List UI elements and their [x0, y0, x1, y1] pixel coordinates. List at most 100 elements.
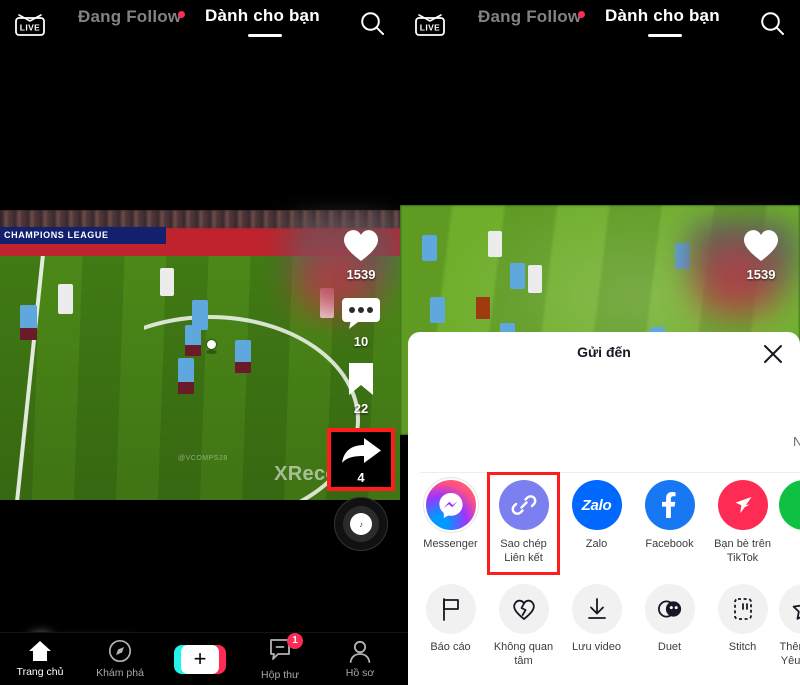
- player-figure: [422, 235, 437, 261]
- nav-label: Hồ sơ: [345, 666, 375, 679]
- player-figure: [430, 297, 445, 323]
- tab-dang-follow[interactable]: Đang Follow: [78, 7, 186, 27]
- nav-label: Trang chủ: [16, 666, 64, 678]
- referee-figure: [476, 297, 490, 319]
- download-icon: [571, 584, 622, 634]
- option-label: Stitch: [728, 641, 757, 653]
- video-mid-watermark: @VCOMPS28: [178, 455, 228, 462]
- share-sheet-header: Gửi đến: [408, 332, 800, 376]
- messenger-ring: [422, 477, 479, 533]
- duet-icon: [644, 584, 695, 634]
- tab-danh-cho-ban[interactable]: Dành cho bạn: [205, 6, 320, 26]
- link-icon: [498, 480, 549, 530]
- tab-active-underline: [648, 34, 682, 37]
- option-luu-video[interactable]: Lưu video: [560, 584, 633, 655]
- share-app-facebook[interactable]: Facebook: [633, 480, 706, 552]
- plus-icon[interactable]: +: [174, 644, 226, 674]
- share-app-label: Bạn bè trên TikTok: [714, 538, 771, 564]
- player-figure: [185, 345, 201, 356]
- whatsapp-icon: [779, 480, 800, 530]
- live-icon[interactable]: LIVE: [410, 6, 450, 40]
- share-app-tiktok-friends[interactable]: Bạn bè trên TikTok: [706, 480, 779, 566]
- player-figure: [510, 263, 525, 289]
- option-label: Báo cáo: [430, 641, 471, 653]
- player-figure: [58, 284, 73, 314]
- live-icon[interactable]: LIVE: [10, 6, 50, 40]
- messenger-icon: [422, 477, 479, 533]
- player-figure: [20, 328, 37, 340]
- nav-label: Hộp thư: [261, 668, 299, 681]
- share-app-messenger[interactable]: Messenger: [414, 477, 487, 552]
- option-stitch[interactable]: Stitch: [706, 584, 779, 655]
- option-duet[interactable]: Duet: [633, 584, 706, 655]
- nav-item-hop-thu[interactable]: 1 Hộp thư: [240, 632, 320, 681]
- nav-item-create[interactable]: +: [160, 644, 240, 674]
- share-app-label: Facebook: [645, 538, 694, 550]
- search-icon[interactable]: [358, 9, 386, 42]
- like-count: 1539: [746, 267, 776, 282]
- share-app-zalo[interactable]: Zalo Zalo: [560, 480, 633, 552]
- like-button[interactable]: 1539: [339, 225, 383, 282]
- tab-danh-cho-ban[interactable]: Dành cho bạn: [605, 6, 720, 26]
- nav-label: Khám phá: [96, 667, 144, 679]
- tab-dang-follow-label: Đang Follow: [78, 7, 182, 26]
- screenshot-root: LIVE Đang Follow Dành cho bạn CHAMPIONS …: [0, 0, 800, 685]
- heart-icon: [743, 230, 779, 261]
- zalo-icon: Zalo: [571, 480, 622, 530]
- share-app-row: Messenger Sao chép Liên kết Zalo Zalo Fa…: [408, 472, 800, 575]
- like-button[interactable]: 1539: [739, 225, 783, 282]
- tab-dang-follow[interactable]: Đang Follow: [478, 7, 586, 27]
- stitch-icon: [717, 584, 768, 634]
- ball-shadow: [206, 350, 217, 354]
- offscreen-contact-hint: N: [793, 434, 800, 449]
- flag-icon: [425, 584, 476, 634]
- nav-item-ho-so[interactable]: Hồ sơ: [320, 640, 400, 679]
- phone-panel-left: LIVE Đang Follow Dành cho bạn CHAMPIONS …: [0, 0, 400, 685]
- option-khong-quan-tam[interactable]: Không quan tâm: [487, 584, 560, 669]
- search-icon[interactable]: [758, 9, 786, 42]
- comment-button[interactable]: 10: [340, 294, 382, 349]
- send-plane-icon: [717, 480, 768, 530]
- facebook-icon: [644, 480, 695, 530]
- svg-text:LIVE: LIVE: [420, 23, 441, 33]
- share-app-next-partial[interactable]: [779, 480, 800, 538]
- share-app-label: Zalo: [585, 538, 608, 550]
- player-figure: [528, 265, 542, 293]
- champions-league-banner: CHAMPIONS LEAGUE: [0, 227, 166, 244]
- option-them-vao-yeu-thich[interactable]: Thêm vào Yêu thích: [779, 584, 800, 669]
- broken-heart-icon: [498, 584, 549, 634]
- nav-item-kham-pha[interactable]: Khám phá: [80, 639, 160, 679]
- share-app-label: Messenger: [423, 538, 478, 550]
- close-icon[interactable]: [762, 343, 784, 370]
- heart-icon: [343, 230, 379, 261]
- share-sheet: Gửi đến N Messenger Sao chép Liên kết Za…: [408, 332, 800, 685]
- player-figure: [160, 268, 174, 296]
- plus-glyph: +: [181, 644, 219, 674]
- share-button-highlight: 4: [327, 428, 395, 491]
- share-button[interactable]: 4: [339, 436, 383, 485]
- share-app-copy-link-highlight[interactable]: Sao chép Liên kết: [487, 472, 560, 575]
- share-option-row: Báo cáo Không quan tâm Lưu video Duet St…: [408, 584, 800, 669]
- new-content-dot: [178, 11, 186, 18]
- top-header-left: LIVE Đang Follow Dành cho bạn: [0, 0, 400, 50]
- bookmark-button[interactable]: 22: [344, 361, 378, 416]
- option-label: Lưu video: [572, 641, 621, 653]
- option-label: Duet: [657, 641, 682, 653]
- svg-text:LIVE: LIVE: [20, 23, 41, 33]
- video-action-rail-right: 1539: [730, 225, 792, 294]
- music-disc-center: ♪: [350, 513, 372, 535]
- share-app-label: Sao chép Liên kết: [500, 538, 547, 564]
- comment-icon: [342, 298, 380, 329]
- inbox-badge: 1: [287, 632, 303, 649]
- player-figure: [488, 231, 502, 257]
- share-sheet-divider: [420, 472, 800, 473]
- comment-count: 10: [353, 334, 369, 349]
- home-icon: [29, 641, 51, 661]
- bottom-nav-left: Trang chủ Khám phá + 1 Hộp thư Hồ sơ: [0, 632, 400, 685]
- video-action-rail-left: 1539 10 22 4 ♪: [327, 225, 395, 551]
- share-count: 4: [357, 470, 365, 485]
- option-bao-cao[interactable]: Báo cáo: [414, 584, 487, 655]
- like-count: 1539: [346, 267, 376, 282]
- music-disc[interactable]: ♪: [334, 497, 388, 551]
- nav-item-trang-chu[interactable]: Trang chủ: [0, 640, 80, 678]
